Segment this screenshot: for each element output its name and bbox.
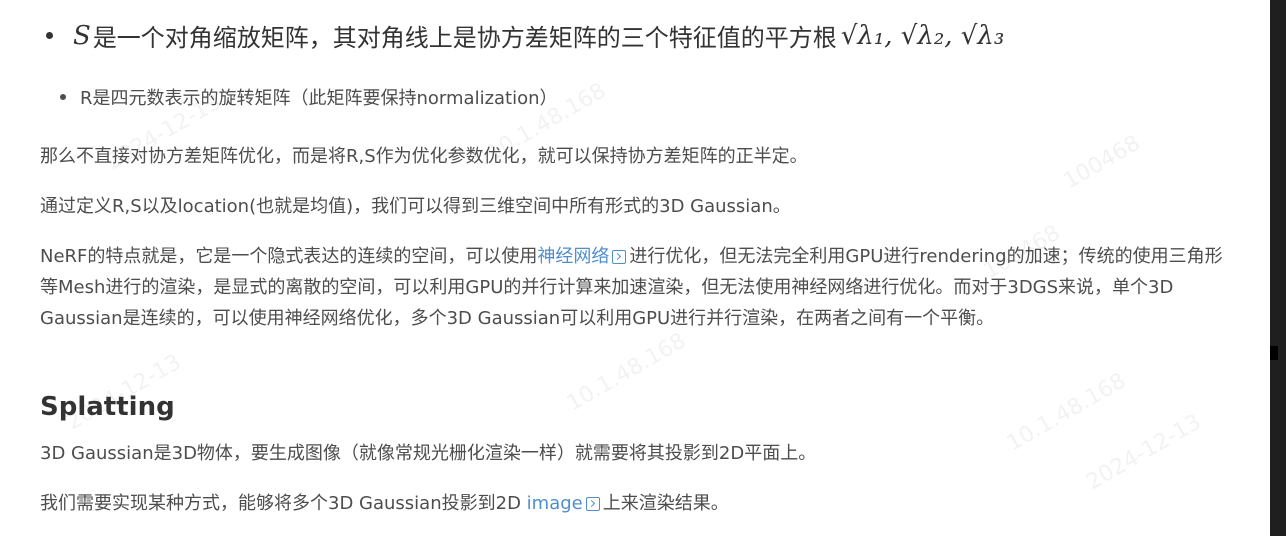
link-neural-network[interactable]: 神经网络: [537, 246, 609, 267]
article-content: 2024-12-13 10.1.48.168 100468 2024-12-13…: [0, 0, 1270, 536]
paragraph-text: NeRF的特点就是，它是一个隐式表达的连续的空间，可以使用: [40, 246, 538, 267]
paragraph-optimization: 那么不直接对协方差矩阵优化，而是将R,S作为优化参数优化，就可以保持协方差矩阵的…: [40, 146, 808, 167]
section-heading-splatting: Splatting: [40, 392, 175, 422]
list-item-text: 是一个对角缩放矩阵，其对角线上是协方差矩阵的三个特征值的平方根: [92, 24, 837, 52]
list-item-scale-matrix: S 是一个对角缩放矩阵，其对角线上是协方差矩阵的三个特征值的平方根 √λ₁, √…: [46, 18, 1004, 53]
math-eigen-roots: √λ₁, √λ₂, √λ₃: [840, 20, 1005, 51]
paragraph-text: 我们需要实现某种方式，能够将多个3D Gaussian投影到2D: [40, 493, 527, 514]
list-item-rotation-matrix: R是四元数表示的旋转矩阵（此矩阵要保持normalization）: [60, 84, 558, 110]
math-symbol-s: S: [73, 20, 91, 51]
watermark: 10.1.48.168: [562, 328, 691, 417]
window-edge: [1270, 0, 1286, 536]
list-item-text: R是四元数表示的旋转矩阵（此矩阵要保持normalization）: [80, 88, 558, 109]
bullet-dot: [46, 32, 53, 39]
scroll-marker: [1270, 346, 1278, 360]
paragraph-projection: 3D Gaussian是3D物体，要生成图像（就像常规光栅化渲染一样）就需要将其…: [40, 443, 817, 464]
external-search-icon[interactable]: [585, 497, 600, 511]
bullet-dot: [60, 94, 66, 100]
external-search-icon[interactable]: [612, 250, 627, 264]
paragraph-image-render: 我们需要实现某种方式，能够将多个3D Gaussian投影到2D image 上来…: [40, 488, 1240, 519]
paragraph-nerf-comparison: NeRF的特点就是，它是一个隐式表达的连续的空间，可以使用神经网络 进行优化，但无…: [40, 241, 1240, 334]
link-image[interactable]: image: [527, 493, 583, 514]
paragraph-text: 上来渲染结果。: [602, 493, 729, 514]
paragraph-definition: 通过定义R,S以及location(也就是均值)，我们可以得到三维空间中所有形式…: [40, 196, 791, 217]
